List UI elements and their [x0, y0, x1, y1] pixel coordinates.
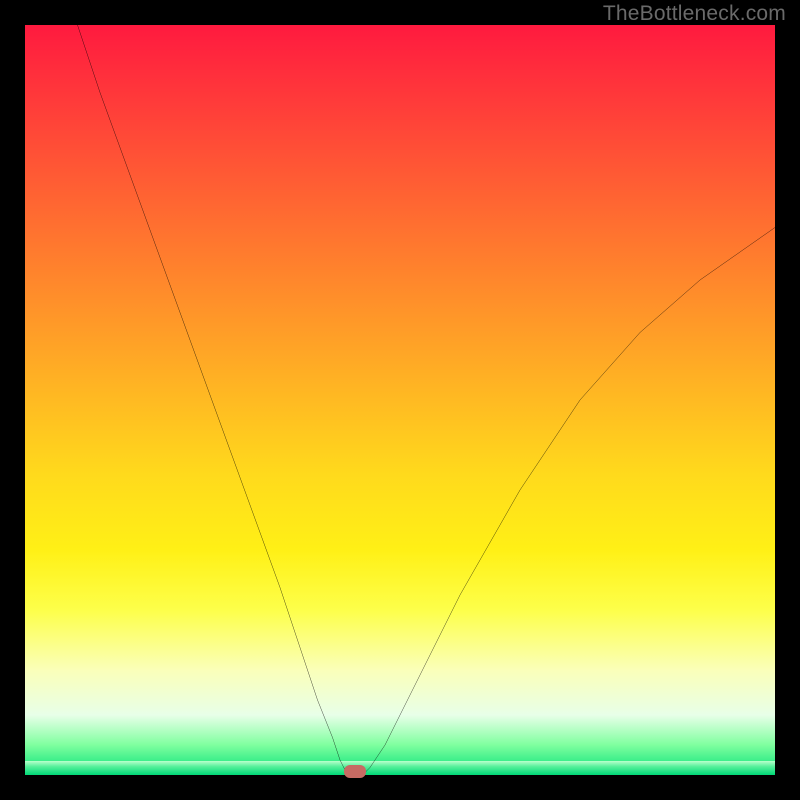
chart-frame: TheBottleneck.com: [0, 0, 800, 800]
plot-gradient-background: [25, 25, 775, 775]
min-marker: [344, 765, 366, 778]
watermark-text: TheBottleneck.com: [603, 2, 786, 26]
baseline-green-strip: [25, 761, 775, 775]
